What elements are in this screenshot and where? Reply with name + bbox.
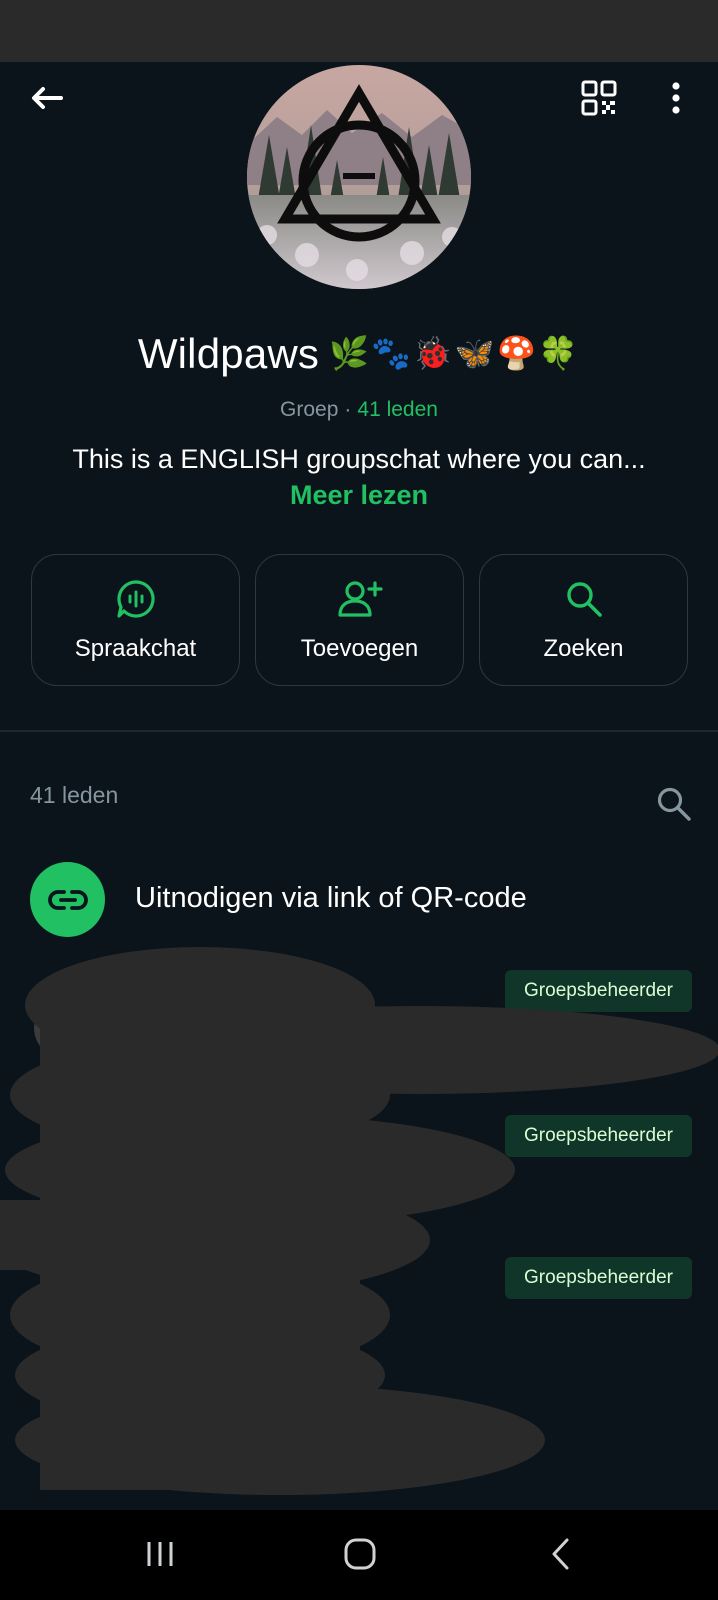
member-row[interactable]: Groepsbeheerder [0,1237,718,1377]
add-person-icon [337,581,383,617]
avatar [34,1285,94,1345]
invite-icon-circle [30,862,105,937]
add-member-label: Toevoegen [300,635,419,662]
home-button[interactable] [330,1524,390,1584]
group-meta: Groep · 41 leden [0,398,718,422]
invite-label: Uitnodigen via link of QR-code [135,882,527,914]
section-divider [0,730,718,732]
group-name-emojis: 🌿🐾🐞🦋🍄🍀 [329,335,581,371]
arrow-left-icon [32,87,63,109]
search-icon [657,787,691,821]
search-icon [566,582,602,617]
nav-back-icon [552,1538,569,1570]
admin-badge: Groepsbeheerder [505,1257,692,1299]
link-icon [47,889,88,910]
meta-separator: · [344,398,352,421]
admin-badge: Groepsbeheerder [505,1115,692,1157]
search-button[interactable]: Zoeken [479,554,688,686]
avatar [34,998,94,1058]
search-label: Zoeken [543,635,624,662]
more-vertical-icon [672,82,680,114]
group-name-text: Wildpaws [137,330,320,377]
invite-via-link-row[interactable]: Uitnodigen via link of QR-code [0,858,718,942]
members-count-header: 41 leden [30,782,119,808]
members-search-button[interactable] [650,780,698,828]
status-bar-redaction [0,0,718,62]
group-description: This is a ENGLISH groupschat where you c… [72,444,646,474]
add-member-button[interactable]: Toevoegen [255,554,464,686]
avatar [34,1143,94,1203]
home-icon [344,1538,376,1570]
system-back-button[interactable] [530,1524,590,1584]
member-row[interactable]: Groepsbeheerder [0,1095,718,1235]
voice-chat-label: Spraakchat [74,635,197,662]
group-member-count[interactable]: 41 leden [357,398,438,421]
voice-chat-button[interactable]: Spraakchat [31,554,240,686]
back-button[interactable] [22,74,70,122]
member-row[interactable]: Groepsbeheerder [0,950,718,1090]
qr-code-button[interactable] [573,72,625,124]
voice-chat-icon [116,580,155,618]
system-navigation-bar [0,1510,718,1600]
admin-badge: Groepsbeheerder [505,970,692,1012]
group-avatar[interactable] [247,65,471,289]
group-type-label: Groep [280,398,339,421]
read-more-link[interactable]: Meer lezen [0,480,718,511]
more-options-button[interactable] [652,72,700,124]
group-name: Wildpaws 🌿🐾🐞🦋🍄🍀 [0,330,718,378]
recents-button[interactable] [130,1524,190,1584]
qr-code-icon [581,80,617,116]
recents-icon [147,1542,173,1566]
